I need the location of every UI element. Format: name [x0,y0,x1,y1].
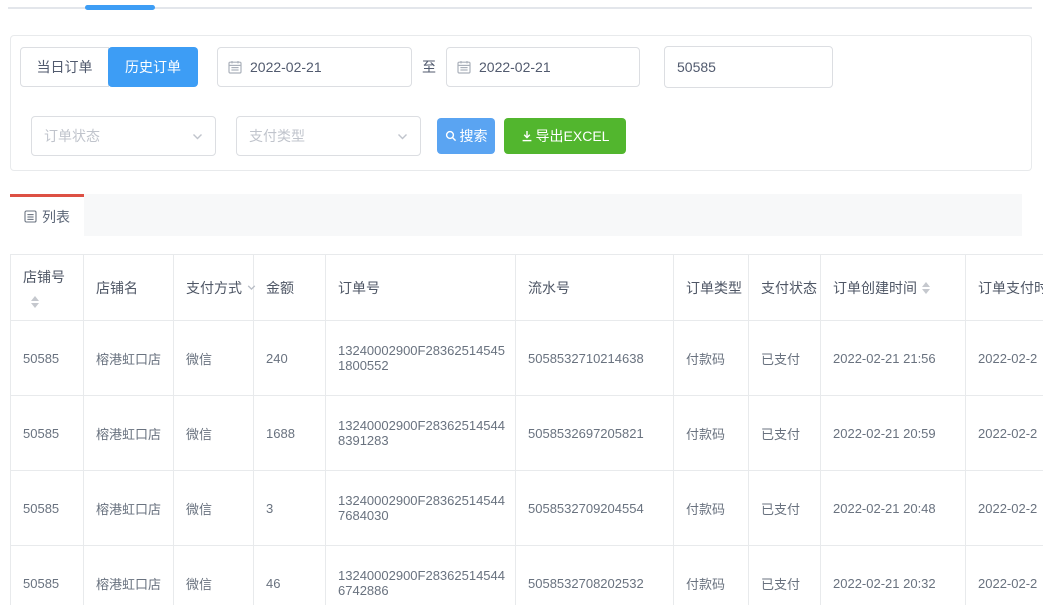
export-excel-button[interactable]: 导出EXCEL [504,118,626,154]
sort-carets-icon[interactable] [31,296,39,308]
cell-order-no: 13240002900F283625145447684030 [325,470,516,546]
tab-bar-empty-area [84,194,1022,236]
table-row: 50585 榕港虹口店 微信 240 13240002900F283625145… [10,320,1043,396]
cell-created-at: 2022-02-21 20:59 [820,395,966,471]
cell-pay-status: 已支付 [748,395,821,471]
table-row: 50585 榕港虹口店 微信 1688 13240002900F28362514… [10,395,1043,471]
export-button-label: 导出EXCEL [535,128,610,144]
cell-store-no: 50585 [10,470,84,546]
cell-paid-at: 2022-02-2 [965,395,1043,471]
column-header-amount: 金额 [253,254,326,321]
column-header-order-type: 订单类型 [673,254,749,321]
cell-pay-method: 微信 [173,395,254,471]
download-icon [521,130,533,142]
cell-order-type: 付款码 [673,470,749,546]
calendar-icon [228,60,242,74]
column-header-order-no: 订单号 [325,254,516,321]
cell-serial-no: 5058532710214638 [515,320,674,396]
end-date-value: 2022-02-21 [479,59,551,75]
cell-pay-method: 微信 [173,320,254,396]
search-button-label: 搜索 [459,128,488,144]
cell-amount: 240 [253,320,326,396]
cell-store-name: 榕港虹口店 [83,395,174,471]
cell-store-no: 50585 [10,395,84,471]
orders-table: 店铺号 店铺名 支付方式 金额 订单号 流水号 订单类型 支付状态 订单创建时间… [10,254,1043,605]
active-nav-tab-indicator[interactable] [85,5,155,10]
cell-pay-status: 已支付 [748,545,821,605]
result-tab-bar: 列表 [10,194,1022,236]
cell-store-name: 榕港虹口店 [83,470,174,546]
cell-paid-at: 2022-02-2 [965,470,1043,546]
pay-type-select[interactable]: 支付类型 [236,116,421,156]
list-icon [24,210,37,223]
pay-type-placeholder: 支付类型 [249,128,305,144]
start-date-picker[interactable]: 2022-02-21 [217,47,412,87]
cell-created-at: 2022-02-21 21:56 [820,320,966,396]
cell-store-no: 50585 [10,545,84,605]
chevron-down-icon[interactable] [247,283,256,292]
cell-order-type: 付款码 [673,320,749,396]
cell-created-at: 2022-02-21 20:48 [820,470,966,546]
cell-paid-at: 2022-02-2 [965,545,1043,605]
sort-carets-icon[interactable] [922,281,930,294]
order-status-select[interactable]: 订单状态 [31,116,216,156]
cell-amount: 46 [253,545,326,605]
cell-amount: 3 [253,470,326,546]
calendar-icon [457,60,471,74]
column-header-pay-method[interactable]: 支付方式 [173,254,256,321]
date-range-separator: 至 [422,59,436,75]
filter-panel: 当日订单 历史订单 2022-02-21 至 2022-02-21 50585 … [10,35,1032,171]
chevron-down-icon [192,131,203,142]
end-date-picker[interactable]: 2022-02-21 [446,47,640,87]
today-orders-button[interactable]: 当日订单 [20,47,109,87]
column-header-paid-at: 订单支付时间 [965,254,1043,321]
cell-store-name: 榕港虹口店 [83,545,174,605]
search-button[interactable]: 搜索 [437,118,495,154]
cell-store-no: 50585 [10,320,84,396]
cell-amount: 1688 [253,395,326,471]
cell-created-at: 2022-02-21 20:32 [820,545,966,605]
cell-order-no: 13240002900F283625145451800552 [325,320,516,396]
table-body: 50585 榕港虹口店 微信 240 13240002900F283625145… [10,320,1043,605]
cell-serial-no: 5058532708202532 [515,545,674,605]
column-header-pay-status: 支付状态 [748,254,821,321]
nav-underline-track [8,5,1032,10]
column-header-serial-no: 流水号 [515,254,674,321]
search-icon [445,130,457,142]
cell-pay-method: 微信 [173,545,254,605]
tab-list[interactable]: 列表 [10,194,84,236]
cell-order-no: 13240002900F283625145448391283 [325,395,516,471]
cell-pay-status: 已支付 [748,470,821,546]
cell-order-type: 付款码 [673,395,749,471]
store-number-input[interactable] [664,46,833,88]
column-header-created-at[interactable]: 订单创建时间 [820,254,966,321]
table-header-row: 店铺号 店铺名 支付方式 金额 订单号 流水号 订单类型 支付状态 订单创建时间… [10,254,1043,321]
cell-pay-method: 微信 [173,470,254,546]
column-header-store-no[interactable]: 店铺号 [10,254,84,321]
table-row: 50585 榕港虹口店 微信 46 13240002900F2836251454… [10,545,1043,605]
cell-store-name: 榕港虹口店 [83,320,174,396]
column-header-store-name: 店铺名 [83,254,174,321]
orders-table-wrapper: 店铺号 店铺名 支付方式 金额 订单号 流水号 订单类型 支付状态 订单创建时间… [10,254,1043,605]
cell-pay-status: 已支付 [748,320,821,396]
order-status-placeholder: 订单状态 [44,128,100,144]
cell-order-type: 付款码 [673,545,749,605]
order-scope-toggle: 当日订单 历史订单 [20,47,198,87]
history-orders-button[interactable]: 历史订单 [108,47,198,87]
cell-paid-at: 2022-02-2 [965,320,1043,396]
cell-order-no: 13240002900F283625145446742886 [325,545,516,605]
chevron-down-icon [397,131,408,142]
table-row: 50585 榕港虹口店 微信 3 13240002900F28362514544… [10,470,1043,546]
start-date-value: 2022-02-21 [250,59,322,75]
cell-serial-no: 5058532697205821 [515,395,674,471]
cell-serial-no: 5058532709204554 [515,470,674,546]
tab-list-label: 列表 [42,208,70,225]
